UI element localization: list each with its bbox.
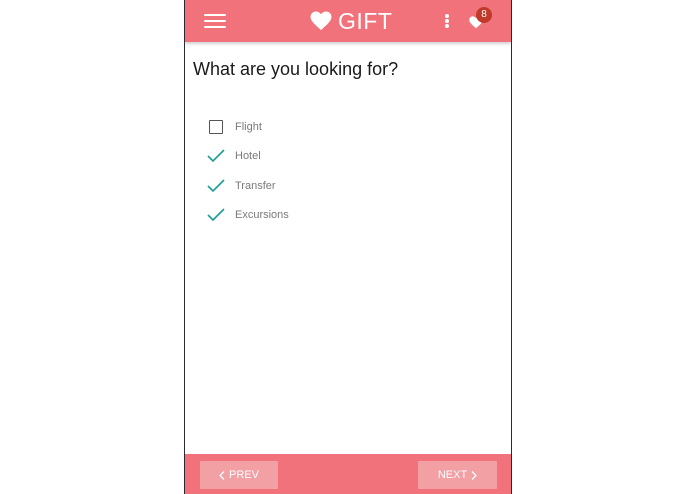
options-list: Flight Hotel Transfer Excursions [207,112,467,230]
checkmark-icon[interactable] [207,179,225,193]
checkmark-icon[interactable] [207,149,225,163]
vertical-dots-icon[interactable] [442,12,452,30]
next-button[interactable]: NEXT [418,461,497,489]
chevron-right-icon [471,470,478,480]
app-header: GIFT 8 [185,0,511,42]
bottom-navigation: PREV NEXT [185,454,511,494]
prev-button[interactable]: PREV [200,461,278,489]
heart-icon [310,11,332,31]
option-excursions[interactable]: Excursions [207,201,467,231]
brand-name: GIFT [338,7,393,34]
checkbox-unchecked-icon[interactable] [209,119,223,134]
favorites-count-badge: 8 [476,7,492,23]
prev-button-label: PREV [229,469,259,481]
option-flight[interactable]: Flight [207,112,467,142]
option-label: Excursions [235,209,289,222]
brand-logo[interactable]: GIFT [310,7,392,35]
option-label: Flight [235,120,262,133]
option-transfer[interactable]: Transfer [207,171,467,201]
hamburger-menu-icon[interactable] [204,13,226,29]
next-button-label: NEXT [437,469,468,481]
chevron-left-icon [219,470,225,480]
option-label: Transfer [235,179,276,192]
option-label: Hotel [235,150,261,163]
app-screen: GIFT 8 What are you looking for? Flight … [184,0,512,494]
checkmark-icon[interactable] [207,208,225,222]
option-hotel[interactable]: Hotel [207,142,467,172]
page-title: What are you looking for? [193,59,399,79]
